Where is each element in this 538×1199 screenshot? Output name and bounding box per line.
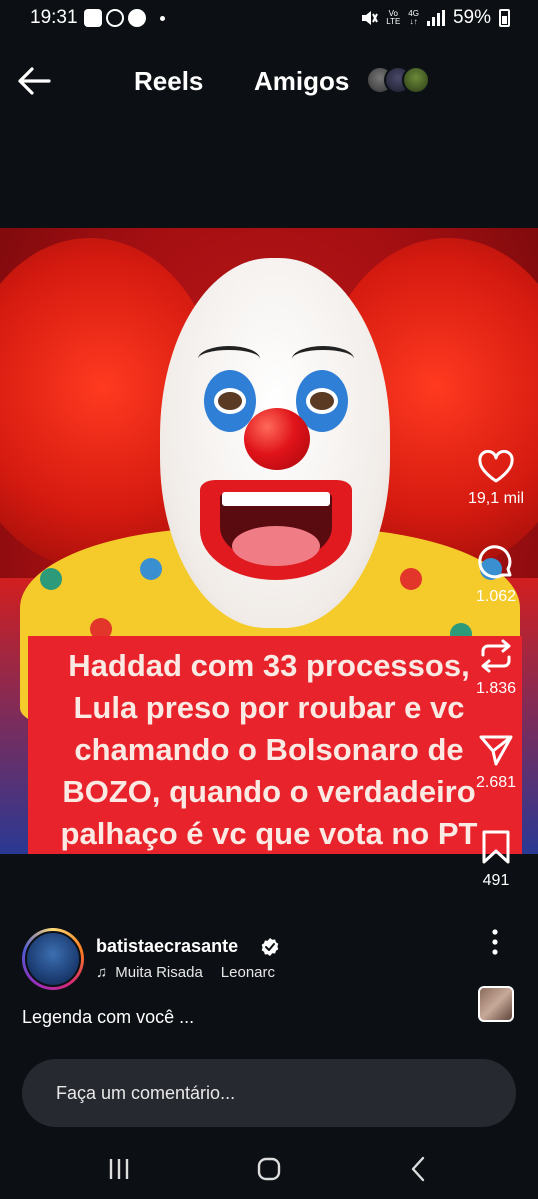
tab-friends[interactable]: Amigos	[254, 66, 349, 97]
volte-bottom-label: LTE	[386, 17, 401, 26]
clown-tongue	[232, 526, 320, 566]
clown-nose	[244, 408, 310, 470]
repost-button[interactable]: 1.836	[458, 638, 534, 698]
save-count: 491	[482, 872, 510, 889]
music-title: Muita Risada	[115, 964, 203, 981]
comment-bar[interactable]	[22, 1059, 516, 1127]
share-button[interactable]: 2.681	[458, 732, 534, 792]
reels-header: Reels Amigos	[0, 56, 538, 106]
author-photo	[25, 931, 81, 987]
repost-count: 1.836	[475, 680, 517, 697]
clown-brow-left	[198, 346, 260, 372]
comment-input[interactable]	[56, 1079, 476, 1107]
comment-button[interactable]: 1.062	[458, 544, 534, 606]
clown-brow-right	[292, 346, 354, 372]
like-count: 19,1 mil	[467, 490, 525, 507]
friend-avatars[interactable]	[366, 66, 430, 94]
tab-reels[interactable]: Reels	[134, 66, 203, 97]
heart-icon	[478, 450, 514, 483]
volte-indicator: Vo LTE	[386, 10, 400, 26]
clown-face	[160, 258, 390, 628]
repost-icon	[481, 639, 511, 673]
like-button[interactable]: 19,1 mil	[458, 450, 534, 508]
signal-icon	[426, 10, 445, 26]
more-notifications-dot-icon	[160, 15, 165, 21]
notification-icons	[84, 9, 165, 27]
recent-apps-icon[interactable]	[104, 1154, 134, 1184]
status-time: 19:31	[30, 7, 78, 28]
music-artist: Leonarc	[220, 964, 276, 981]
data-indicator: 4G ↓↑	[408, 10, 419, 26]
youtube-icon	[84, 9, 102, 27]
bookmark-icon	[482, 830, 510, 864]
status-bar: 19:31 Vo LTE 4G ↓↑ 59%	[0, 0, 538, 36]
system-nav-bar	[0, 1140, 538, 1199]
data-arrows-icon: ↓↑	[409, 17, 418, 26]
facebook-icon	[128, 9, 146, 27]
share-count: 2.681	[475, 774, 517, 791]
music-note-icon: ♫	[96, 964, 108, 981]
avatar	[402, 66, 430, 94]
mute-icon	[362, 11, 379, 25]
more-options-icon[interactable]	[484, 928, 506, 956]
post-caption[interactable]: Legenda com você ...	[22, 1007, 194, 1028]
verified-badge-icon	[261, 938, 279, 956]
battery-icon	[499, 9, 510, 27]
status-indicators: Vo LTE 4G ↓↑ 59%	[360, 7, 510, 29]
save-button[interactable]: 491	[458, 828, 534, 890]
paper-plane-icon	[479, 735, 513, 766]
comment-bubble-icon	[478, 545, 512, 579]
home-icon[interactable]	[254, 1154, 284, 1184]
author-username[interactable]: batistaecrasante	[96, 936, 238, 957]
battery-percent: 59%	[452, 7, 491, 28]
audio-thumbnail[interactable]	[478, 986, 514, 1022]
audio-info[interactable]: ♫ Muita Risada Leonarc	[96, 964, 296, 981]
back-arrow-icon[interactable]	[16, 64, 52, 98]
comment-count: 1.062	[475, 588, 517, 605]
whatsapp-icon	[106, 9, 124, 27]
back-nav-icon[interactable]	[404, 1154, 434, 1184]
author-avatar[interactable]	[22, 928, 84, 990]
